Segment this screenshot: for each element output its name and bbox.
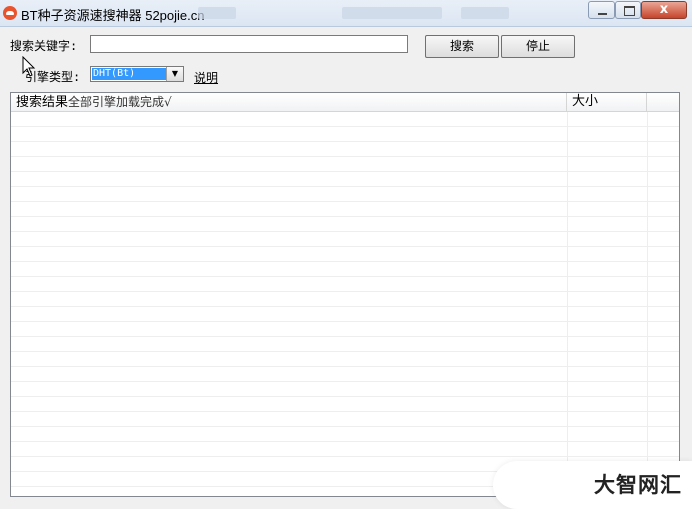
stop-button[interactable]: 停止 <box>501 35 575 58</box>
title-blur-2 <box>342 7 442 19</box>
engine-select-value: DHT(Bt) <box>92 68 167 80</box>
chevron-down-icon[interactable]: ▼ <box>166 67 183 81</box>
keyword-input[interactable] <box>90 35 408 53</box>
window-title: BT种子资源速搜神器 52pojie.cn <box>21 8 205 23</box>
results-body[interactable] <box>11 112 679 496</box>
column-divider <box>567 112 568 496</box>
column-results-title: 搜索结果 <box>16 95 69 110</box>
search-button[interactable]: 搜索 <box>425 35 499 58</box>
watermark-badge: 大智网汇 <box>493 461 692 509</box>
engine-select[interactable]: DHT(Bt) ▼ <box>90 66 184 82</box>
results-header: 搜索结果全部引擎加载完成√ 大小 <box>11 93 679 112</box>
app-cloud-icon <box>3 6 17 20</box>
title-bar[interactable]: BT种子资源速搜神器 52pojie.cn x <box>0 0 692 27</box>
column-divider <box>647 112 648 496</box>
help-link[interactable]: 说明 <box>194 69 218 86</box>
minimize-button[interactable] <box>588 1 615 19</box>
mouse-cursor-icon <box>22 56 36 77</box>
maximize-button[interactable] <box>615 1 641 19</box>
column-header-results[interactable]: 搜索结果全部引擎加载完成√ <box>11 93 567 111</box>
watermark-text: 大智网汇 <box>594 473 682 497</box>
title-blur-1 <box>198 7 236 19</box>
close-icon: x <box>659 2 669 17</box>
keyword-label: 搜索关键字: <box>10 39 78 53</box>
column-results-status: 全部引擎加载完成√ <box>68 95 172 109</box>
results-listview[interactable]: 搜索结果全部引擎加载完成√ 大小 <box>10 92 680 497</box>
close-button[interactable]: x <box>641 1 687 19</box>
column-header-size[interactable]: 大小 <box>567 93 647 111</box>
title-blur-3 <box>461 7 509 19</box>
